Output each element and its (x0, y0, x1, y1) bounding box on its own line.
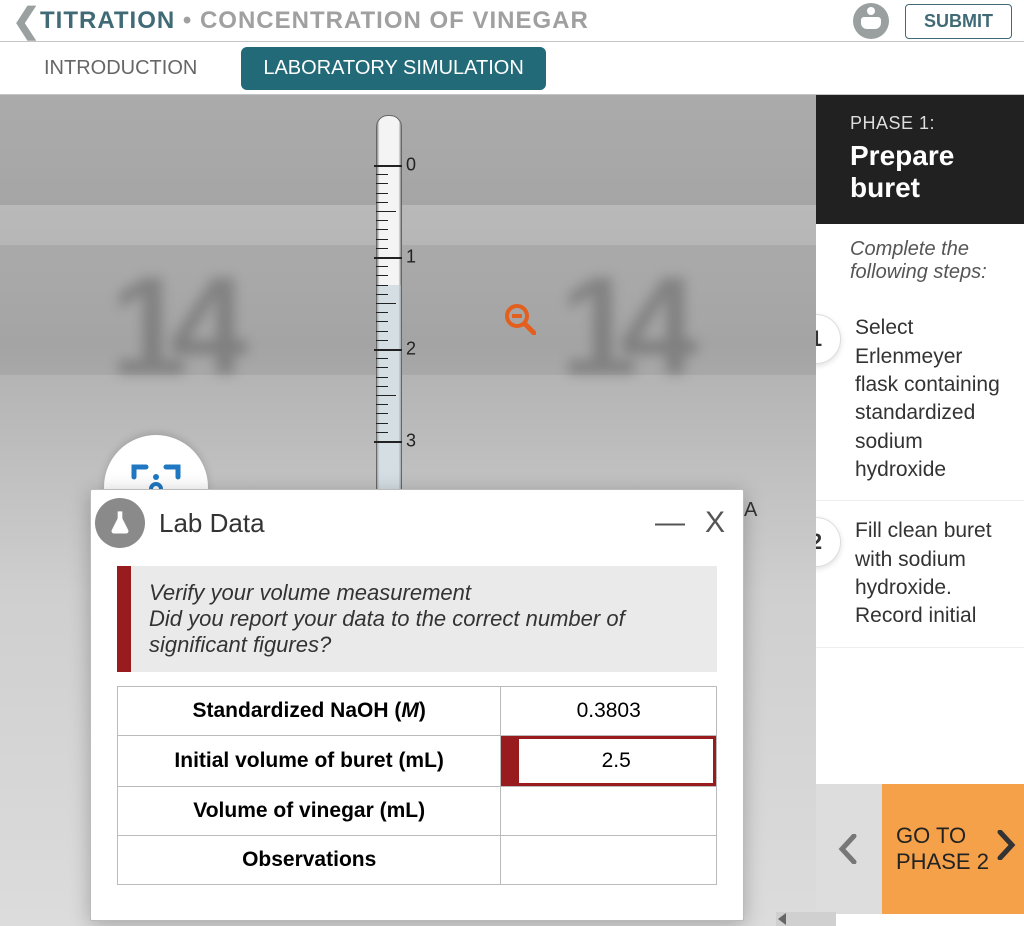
buret-tick-label: 1 (406, 247, 416, 268)
step-number: 2 (816, 517, 841, 567)
tab-introduction[interactable]: INTRODUCTION (30, 49, 211, 88)
flask-icon (95, 498, 145, 548)
phase-nav: GO TO PHASE 2 (816, 784, 1024, 914)
back-button[interactable]: ❮ (12, 6, 32, 36)
lab-data-panel: Lab Data — X Verify your volume measurem… (90, 489, 744, 921)
step-text: Fill clean buret with sodium hydroxide. … (855, 517, 1014, 630)
naoh-label: Standardized NaOH (M) (118, 687, 501, 736)
tab-laboratory-simulation[interactable]: LABORATORY SIMULATION (241, 47, 545, 90)
instructions-sidebar: PHASE 1: Prepare buret Complete the foll… (816, 95, 1024, 926)
title-sep: • (175, 7, 200, 34)
verify-line1: Verify your volume measurement (149, 580, 699, 606)
title-sub: CONCENTRATION OF VINEGAR (200, 7, 589, 34)
next-phase-button[interactable]: GO TO PHASE 2 (882, 784, 1024, 914)
lab-data-title: Lab Data (159, 508, 265, 539)
chevron-right-icon (994, 830, 1016, 868)
background-letter: A (744, 499, 757, 522)
observations-label: Observations (118, 836, 501, 885)
simulation-canvas[interactable]: 1 4 1 4 0123 A Lab (0, 95, 816, 926)
step-item[interactable]: 1 Select Erlenmeyer flask containing sta… (816, 298, 1024, 501)
verify-line2: Did you report your data to the correct … (149, 606, 699, 658)
buret-tick-label: 3 (406, 431, 416, 452)
buret-tick-label: 2 (406, 339, 416, 360)
close-button[interactable]: X (705, 506, 725, 540)
buret-tick-label: 0 (406, 155, 416, 176)
chevron-left-icon (838, 834, 860, 864)
instruction-text: Complete the following steps: (816, 224, 1024, 298)
prev-phase-button[interactable] (816, 784, 882, 914)
content-area: 1 4 1 4 0123 A Lab (0, 95, 1024, 926)
table-row: Standardized NaOH (M) 0.3803 (118, 687, 717, 736)
table-row: Initial volume of buret (mL) 2.5 (118, 736, 717, 787)
buret[interactable]: 0 1 2 3 (364, 115, 414, 535)
phase-header: PHASE 1: Prepare buret (816, 95, 1024, 224)
step-text: Select Erlenmeyer flask containing stand… (855, 314, 1014, 484)
top-bar: ❮ TITRATION • CONCENTRATION OF VINEGAR S… (0, 0, 1024, 42)
zoom-out-icon[interactable] (504, 303, 536, 335)
next-phase-label: GO TO PHASE 2 (896, 823, 1010, 875)
verify-message: Verify your volume measurement Did you r… (117, 566, 717, 672)
naoh-value[interactable]: 0.3803 (501, 687, 717, 736)
lab-data-body[interactable]: Verify your volume measurement Did you r… (91, 556, 743, 920)
phase-title: Prepare buret (850, 140, 1006, 204)
table-row: Volume of vinegar (mL) (118, 787, 717, 836)
accessibility-icon[interactable] (853, 3, 889, 39)
initial-volume-label: Initial volume of buret (mL) (118, 736, 501, 787)
vinegar-volume-value[interactable] (501, 787, 717, 836)
submit-button[interactable]: SUBMIT (905, 4, 1012, 39)
step-item[interactable]: 2 Fill clean buret with sodium hydroxide… (816, 501, 1024, 647)
page-title: TITRATION • CONCENTRATION OF VINEGAR (40, 7, 589, 35)
horizontal-scroll-hint[interactable] (776, 912, 836, 926)
minimize-button[interactable]: — (655, 506, 685, 540)
table-row: Observations (118, 836, 717, 885)
title-main: TITRATION (40, 7, 175, 34)
vinegar-volume-label: Volume of vinegar (mL) (118, 787, 501, 836)
step-number: 1 (816, 314, 841, 364)
initial-volume-value[interactable]: 2.5 (501, 736, 717, 787)
observations-value[interactable] (501, 836, 717, 885)
lab-data-table: Standardized NaOH (M) 0.3803 Initial vol… (117, 686, 717, 885)
tab-row: INTRODUCTION LABORATORY SIMULATION (0, 42, 1024, 95)
lab-data-header[interactable]: Lab Data — X (91, 490, 743, 556)
phase-label: PHASE 1: (850, 113, 1006, 134)
